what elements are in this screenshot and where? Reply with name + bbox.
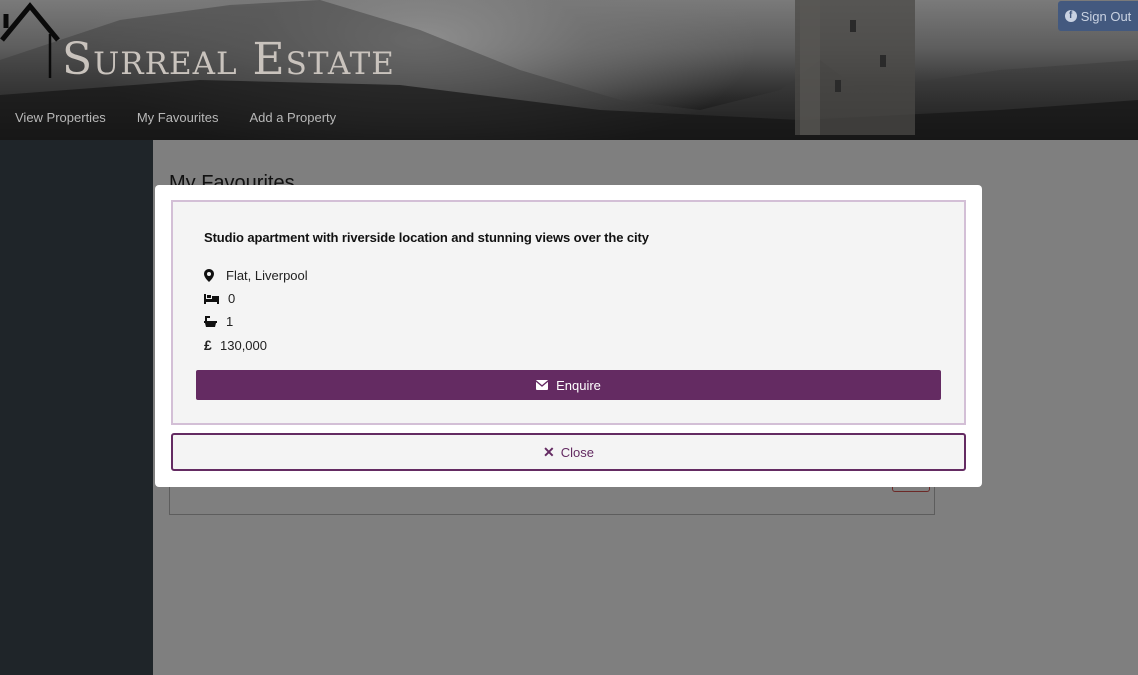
price-text: 130,000 bbox=[220, 337, 267, 353]
property-location: Flat, Liverpool bbox=[204, 268, 308, 283]
bath-icon bbox=[204, 315, 220, 328]
main-nav: View Properties My Favourites Add a Prop… bbox=[15, 110, 367, 125]
sign-out-label: Sign Out bbox=[1080, 8, 1132, 24]
site-title[interactable]: Surreal Estate bbox=[62, 38, 395, 82]
nav-view-properties[interactable]: View Properties bbox=[15, 110, 106, 125]
property-bedrooms: 0 bbox=[204, 291, 235, 306]
location-text: Flat, Liverpool bbox=[226, 268, 308, 283]
bathrooms-count: 1 bbox=[226, 314, 234, 329]
site-header: Surreal Estate View Properties My Favour… bbox=[0, 0, 1138, 140]
map-marker-icon bbox=[204, 269, 220, 282]
enquire-button[interactable]: Enquire bbox=[196, 370, 941, 400]
facebook-icon: f bbox=[1064, 10, 1077, 22]
nav-my-favourites[interactable]: My Favourites bbox=[137, 110, 219, 125]
property-title: Studio apartment with riverside location… bbox=[204, 230, 649, 245]
property-price: £ 130,000 bbox=[204, 337, 267, 353]
sign-out-button[interactable]: f Sign Out bbox=[1058, 1, 1138, 31]
pound-icon: £ bbox=[204, 337, 212, 353]
property-modal: Studio apartment with riverside location… bbox=[155, 185, 982, 487]
bedrooms-count: 0 bbox=[228, 291, 236, 306]
close-label: Close bbox=[560, 444, 594, 460]
house-logo-icon bbox=[0, 2, 60, 78]
enquire-label: Enquire bbox=[556, 377, 601, 393]
property-details-panel: Studio apartment with riverside location… bbox=[171, 200, 966, 425]
envelope-icon bbox=[535, 378, 549, 393]
nav-add-property[interactable]: Add a Property bbox=[249, 110, 336, 125]
bed-icon bbox=[204, 293, 222, 304]
close-button[interactable]: ✕ Close bbox=[171, 433, 966, 471]
property-bathrooms: 1 bbox=[204, 314, 233, 329]
close-icon: ✕ bbox=[543, 443, 555, 460]
